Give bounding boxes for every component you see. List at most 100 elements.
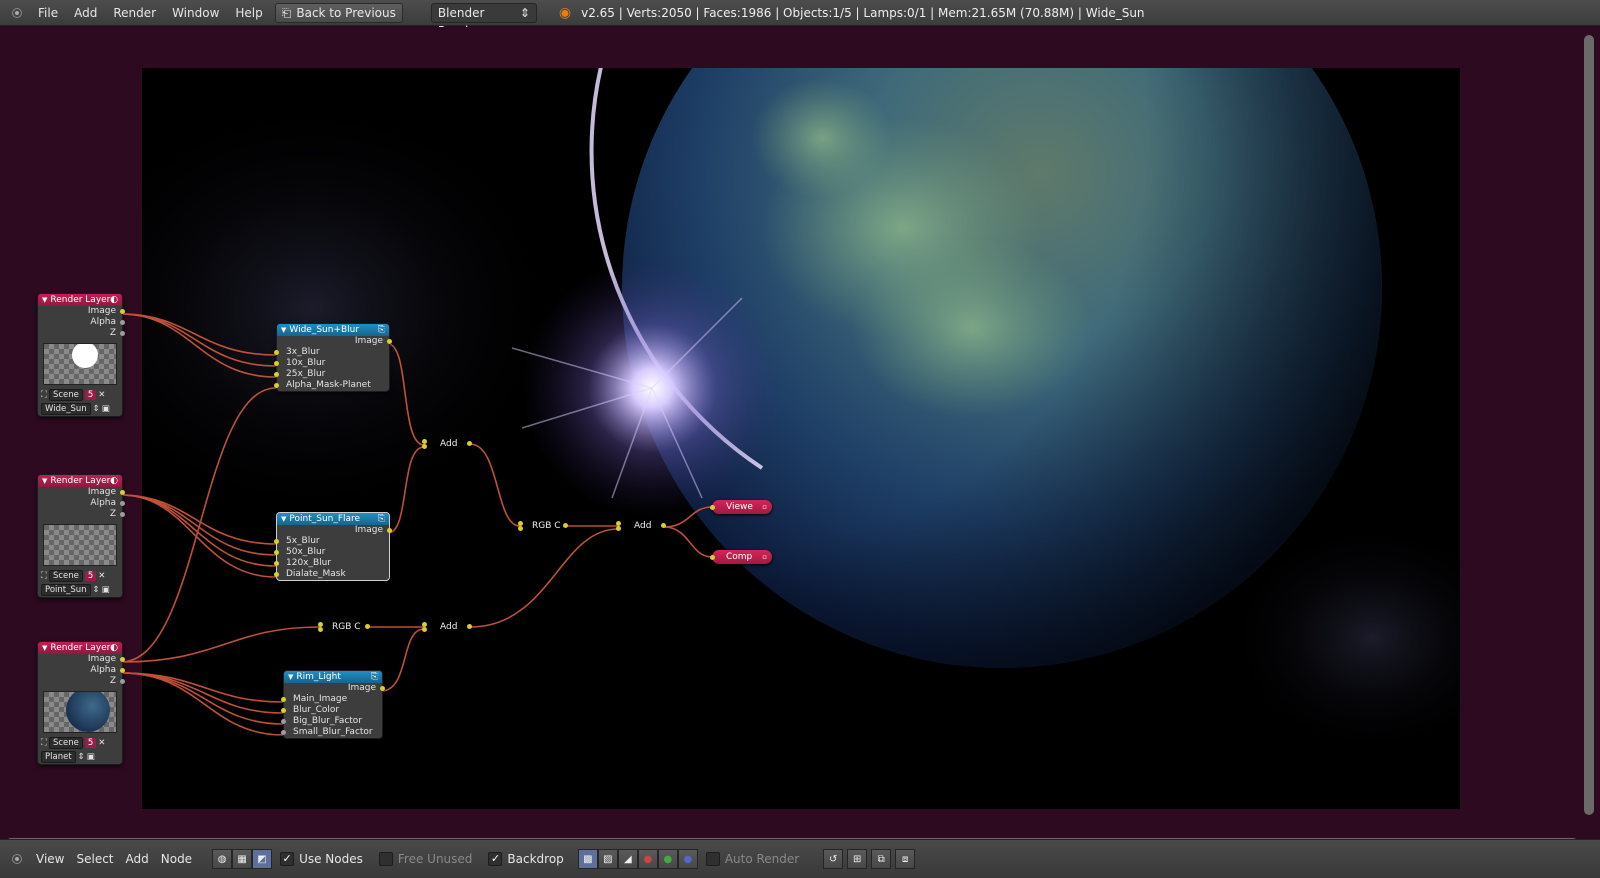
scene-selector[interactable]: ⛶ Scene 5 ✕ [38,736,122,750]
rgb-curves-node-1[interactable]: RGB C [518,519,568,533]
menu-file[interactable]: File [30,6,66,20]
back-to-previous-button[interactable]: ⎗ Back to Previous [274,2,403,23]
vertical-scrollbar[interactable] [1584,35,1594,815]
output-socket-image[interactable]: Image [38,654,125,665]
menu-add[interactable]: Add [120,852,155,866]
input-socket[interactable]: 50x_Blur [274,547,389,558]
texture-nodes-icon[interactable]: ◩ [252,849,273,869]
collapse-triangle-icon[interactable]: ▼ [42,642,47,654]
input-socket[interactable]: 120x_Blur [274,558,389,569]
editor-type-icon[interactable] [12,7,22,18]
menu-select[interactable]: Select [70,852,119,866]
menu-help[interactable]: Help [227,6,270,20]
node-header[interactable]: ▼ Render Layer ◐ [38,294,122,306]
output-socket-z[interactable]: Z [38,328,125,339]
output-socket-image[interactable]: Image [284,683,385,694]
alpha-icon[interactable]: ◢ [617,849,638,869]
output-socket-z[interactable]: Z [38,676,125,687]
group-node-point-sun-flare[interactable]: ▼ Point_Sun_Flare ⎘ Image 5x_Blur 50x_Blur… [274,512,392,581]
green-channel-icon[interactable]: ● [657,849,678,869]
rgb-curves-node-2[interactable]: RGB C [318,620,370,634]
collapse-triangle-icon[interactable]: ▼ [281,324,286,336]
render-layer-node-point-sun[interactable]: ▼ Render Layer ◐ Image Alpha Z ⛶ Scene 5 ✕ Po… [37,474,125,598]
collapse-triangle-icon[interactable]: ▼ [42,294,47,306]
node-header[interactable]: ▼ Render Layer ◐ [38,642,122,654]
paste-icon[interactable]: ⧈ [895,849,916,869]
node-header[interactable]: ▼ Point_Sun_Flare ⎘ [277,513,389,525]
layer-field[interactable]: Planet [41,751,76,763]
shader-nodes-icon[interactable]: ◍ [212,849,233,869]
output-socket-alpha[interactable]: Alpha [38,317,125,328]
render-layer-node-planet[interactable]: ▼ Render Layer ◐ Image Alpha Z ⛶ Scene 5 ✕ Pl… [37,641,125,765]
add-node-1[interactable]: Add [422,437,472,451]
output-socket-image[interactable]: Image [277,525,392,536]
input-socket[interactable]: 10x_Blur [274,358,389,369]
render-layer-node-wide-sun[interactable]: ▼ Render Layer ◐ Image Alpha Z ⛶ Scene 5 ✕ Wi… [37,293,125,417]
rgb-alpha-icon[interactable]: ▩ [577,849,598,869]
backdrop-checkbox[interactable]: ✓ Backdrop [488,852,564,866]
scene-field[interactable]: Scene [48,389,83,401]
auto-render-checkbox[interactable]: Auto Render [705,852,799,866]
layer-selector[interactable]: Planet ⇕ ▣ [38,750,122,764]
free-unused-checkbox[interactable]: Free Unused [378,852,472,866]
scene-selector[interactable]: ⛶ Scene 5 ✕ [38,569,122,583]
input-socket[interactable]: Blur_Color [281,705,382,716]
menu-add[interactable]: Add [66,6,105,20]
group-node-rim-light[interactable]: ▼ Rim_Light ⎘ Image Main_Image Blur_Color … [281,670,385,739]
input-socket[interactable]: 5x_Blur [274,536,389,547]
close-icon[interactable]: ✕ [98,738,105,748]
scene-selector[interactable]: ⛶ Scene 5 ✕ [38,388,122,402]
link-icon[interactable]: ↺ [823,849,844,869]
menu-view[interactable]: View [30,852,70,866]
scene-field[interactable]: Scene [48,737,83,749]
compositing-nodes-icon[interactable]: ▦ [232,849,253,869]
collapse-triangle-icon[interactable]: ▼ [42,475,47,487]
input-socket[interactable]: Dialate_Mask [274,569,389,580]
node-header[interactable]: ▼ Wide_Sun+Blur ⎘ [277,324,389,336]
node-header[interactable]: ▼ Render Layer ◐ [38,475,122,487]
group-icon[interactable]: ⎘ [378,513,385,525]
render-icon[interactable]: ◐ [110,294,118,306]
use-nodes-checkbox[interactable]: ✓ Use Nodes [280,852,363,866]
input-socket[interactable]: Alpha_Mask-Planet [274,380,389,391]
input-socket[interactable]: Main_Image [281,694,382,705]
viewer-node[interactable]: Viewe ▫ [710,500,772,514]
layer-selector[interactable]: Wide_Sun ⇕ ▣ [38,402,122,416]
menu-window[interactable]: Window [164,6,227,20]
editor-type-icon[interactable] [12,854,22,864]
render-engine-select[interactable]: Blender Render ⇕ [430,2,537,38]
composite-node[interactable]: Comp ▫ [710,550,772,564]
snap-grid-icon[interactable]: ⊞ [847,849,868,869]
add-node-2[interactable]: Add [616,519,666,533]
render-layer-icon[interactable]: ▣ [87,752,95,762]
node-editor[interactable]: ▼ Render Layer ◐ Image Alpha Z ⛶ Scene 5 ✕ Wi… [0,27,1600,848]
render-layer-icon[interactable]: ▣ [102,585,110,595]
input-socket[interactable]: Small_Blur_Factor [281,727,382,738]
add-node-3[interactable]: Add [422,620,472,634]
output-socket-z[interactable]: Z [38,509,125,520]
layer-selector[interactable]: Point_Sun ⇕ ▣ [38,583,122,597]
output-socket-alpha[interactable]: Alpha [38,665,125,676]
node-header[interactable]: ▼ Rim_Light ⎘ [284,671,382,683]
output-socket-image[interactable]: Image [277,336,392,347]
scene-field[interactable]: Scene [48,570,83,582]
input-socket[interactable]: Big_Blur_Factor [281,716,382,727]
input-socket[interactable]: 3x_Blur [274,347,389,358]
layer-field[interactable]: Point_Sun [41,584,91,596]
group-icon[interactable]: ⎘ [371,671,378,683]
collapse-triangle-icon[interactable]: ▼ [288,671,293,683]
red-channel-icon[interactable]: ● [637,849,658,869]
close-icon[interactable]: ✕ [98,571,105,581]
output-socket-image[interactable]: Image [38,487,125,498]
output-socket-image[interactable]: Image [38,306,125,317]
output-socket-alpha[interactable]: Alpha [38,498,125,509]
input-socket[interactable]: 25x_Blur [274,369,389,380]
rgb-icon[interactable]: ▨ [597,849,618,869]
layer-field[interactable]: Wide_Sun [41,403,91,415]
copy-icon[interactable]: ⧉ [871,849,892,869]
render-icon[interactable]: ◐ [110,475,118,487]
group-icon[interactable]: ⎘ [378,324,385,336]
group-node-wide-sun-blur[interactable]: ▼ Wide_Sun+Blur ⎘ Image 3x_Blur 10x_Blur 2… [274,323,392,392]
close-icon[interactable]: ✕ [98,390,105,400]
collapse-triangle-icon[interactable]: ▼ [281,513,286,525]
